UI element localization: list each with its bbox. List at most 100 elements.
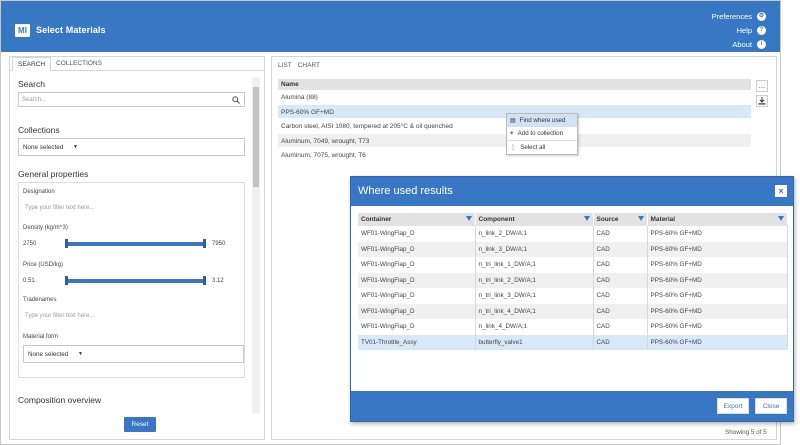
table-row[interactable]: WF01-WingFlap_D n_tri_link_1_DW/A;1 CAD PPS… — [358, 257, 788, 273]
tab-list[interactable]: LIST — [278, 62, 292, 69]
tab-collections[interactable]: COLLECTIONS — [51, 57, 107, 70]
left-scrollbar[interactable] — [252, 77, 260, 413]
dialog-footer: Export Close — [351, 391, 793, 421]
price-max: 3.12 — [212, 278, 224, 284]
price-slider[interactable] — [65, 276, 206, 285]
material-cell: PPS-60% GF+MD — [647, 257, 788, 273]
material-cell: PPS-60% GF+MD — [647, 288, 788, 304]
container-cell: WF01-WingFlap_D — [358, 272, 476, 288]
table-row[interactable]: WF01-WingFlap_D n_link_2_DW/A;1 CAD PPS-60%… — [358, 226, 788, 242]
help-link[interactable]: Help ? — [737, 26, 766, 35]
component-cell: butterfly_valve1 — [475, 334, 594, 350]
more-options-button[interactable]: … — [756, 80, 768, 92]
material-form-select[interactable]: None selected ▼ — [23, 345, 244, 363]
tab-chart[interactable]: CHART — [298, 62, 320, 69]
material-form-label: Material form — [23, 334, 59, 340]
density-slider[interactable] — [65, 239, 206, 248]
material-cell: PPS-60% GF+MD — [647, 319, 788, 335]
select-all-label: Select all — [520, 143, 546, 151]
select-all-icon: ⋮ — [510, 143, 517, 151]
about-label: About — [732, 40, 752, 49]
price-min-handle[interactable] — [65, 276, 68, 285]
preferences-label: Preferences — [711, 12, 752, 21]
price-max-handle[interactable] — [203, 276, 206, 285]
chevron-down-icon: ▼ — [73, 144, 78, 150]
close-icon[interactable]: × — [775, 185, 787, 197]
source-cell: CAD — [593, 303, 648, 319]
density-max: 7950 — [212, 241, 226, 247]
composition-overview-title: Composition overview — [18, 395, 102, 405]
results-tabs: LIST CHART — [278, 62, 320, 69]
table-row[interactable]: WF01-WingFlap_D n_tri_link_2_DW/A;1 CAD PPS… — [358, 272, 788, 288]
help-label: Help — [736, 26, 752, 35]
filter-icon[interactable] — [637, 216, 644, 221]
density-min-handle[interactable] — [65, 239, 68, 248]
search-icon[interactable] — [232, 96, 240, 104]
table-row[interactable]: WF01-WingFlap_D n_tri_link_3_DW/A;1 CAD PPS… — [358, 288, 788, 304]
table-row[interactable]: TV01-Throttle_Assy butterfly_valve1 CAD PPS… — [358, 334, 788, 350]
left-tabs: SEARCH COLLECTIONS — [10, 57, 264, 71]
designation-filter-input[interactable]: Type your filter text here... — [25, 205, 94, 211]
material-column-header[interactable]: Material — [647, 213, 788, 226]
component-cell: n_link_2_DW/A;1 — [475, 226, 594, 242]
preferences-link[interactable]: Preferences ⚙ — [712, 12, 766, 21]
dialog-title: Where used results — [351, 177, 793, 206]
source-cell: CAD — [593, 334, 648, 350]
component-column-header[interactable]: Component — [475, 213, 594, 226]
component-cell: n_tri_link_4_DW/A;1 — [475, 303, 594, 319]
table-row[interactable]: WF01-WingFlap_D n_link_4_DW/A;1 CAD PPS-60%… — [358, 319, 788, 335]
export-button[interactable]: Export — [717, 398, 749, 414]
where-used-rows: WF01-WingFlap_D n_link_2_DW/A;1 CAD PPS-60%… — [358, 226, 788, 350]
about-link[interactable]: About i — [732, 40, 766, 49]
material-cell: PPS-60% GF+MD — [647, 303, 788, 319]
material-cell: PPS-60% GF+MD — [647, 334, 788, 350]
app-title: Select Materials — [36, 25, 106, 35]
filter-icon[interactable] — [583, 216, 590, 221]
source-cell: CAD — [593, 272, 648, 288]
find-where-used-label: Find where used — [519, 117, 566, 124]
general-properties-title: General properties — [18, 169, 89, 179]
designation-label: Designation — [23, 189, 55, 195]
container-cell: WF01-WingFlap_D — [358, 257, 476, 273]
search-placeholder: Search... — [22, 97, 47, 103]
container-cell: WF01-WingFlap_D — [358, 303, 476, 319]
component-cell: n_link_3_DW/A;1 — [475, 241, 594, 257]
search-input[interactable]: Search... — [18, 92, 245, 107]
container-cell: WF01-WingFlap_D — [358, 241, 476, 257]
download-button[interactable] — [756, 95, 768, 107]
material-cell: PPS-60% GF+MD — [647, 226, 788, 242]
container-cell: WF01-WingFlap_D — [358, 226, 476, 242]
collections-select[interactable]: None selected ▼ — [18, 138, 245, 156]
density-max-handle[interactable] — [203, 239, 206, 248]
table-row[interactable]: WF01-WingFlap_D n_tri_link_4_DW/A;1 CAD PPS… — [358, 303, 788, 319]
container-cell: WF01-WingFlap_D — [358, 288, 476, 304]
component-cell: n_tri_link_3_DW/A;1 — [475, 288, 594, 304]
material-cell: PPS-60% GF+MD — [647, 241, 788, 257]
collections-value: None selected — [23, 144, 64, 151]
component-cell: n_tri_link_1_DW/A;1 — [475, 257, 594, 273]
source-cell: CAD — [593, 226, 648, 242]
source-column-header[interactable]: Source — [593, 213, 648, 226]
select-all-item[interactable]: ⋮ Select all — [507, 140, 577, 153]
table-icon: ▤ — [510, 118, 516, 124]
left-scrollbar-thumb[interactable] — [253, 87, 259, 187]
general-properties-box: Designation Type your filter text here..… — [18, 182, 245, 378]
table-row[interactable]: Alumina (88) — [278, 90, 751, 105]
filter-icon[interactable] — [778, 216, 784, 221]
table-row[interactable]: WF01-WingFlap_D n_link_3_DW/A;1 CAD PPS-60%… — [358, 241, 788, 257]
container-column-header[interactable]: Container — [358, 213, 476, 226]
tradenames-label: Tradenames — [23, 297, 57, 303]
close-button[interactable]: Close — [755, 398, 787, 414]
top-bar: MI Select Materials Preferences ⚙ Help ?… — [1, 1, 780, 52]
find-where-used-item[interactable]: ▤ Find where used — [507, 114, 577, 127]
filter-icon[interactable] — [465, 216, 472, 221]
material-cell: PPS-60% GF+MD — [647, 272, 788, 288]
material-header-label: Material — [650, 216, 676, 223]
tradenames-filter-input[interactable]: Type your filter text here... — [25, 313, 94, 319]
name-column-header[interactable]: Name — [278, 79, 751, 90]
tab-search[interactable]: SEARCH — [12, 57, 52, 71]
add-to-collection-item[interactable]: + Add to collection — [507, 127, 577, 140]
reset-button[interactable]: Reset — [124, 417, 156, 432]
source-cell: CAD — [593, 241, 648, 257]
logo: MI — [15, 24, 30, 37]
